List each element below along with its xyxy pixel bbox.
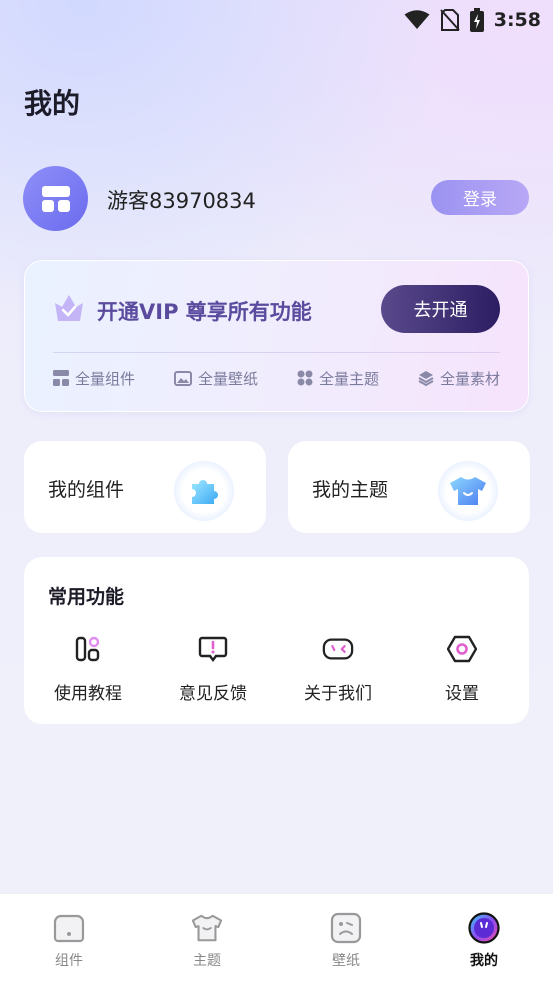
wallpaper-tab-icon — [330, 912, 362, 944]
my-widgets-label: 我的组件 — [48, 479, 125, 501]
clover-icon — [297, 370, 313, 386]
common-functions-card: 常用功能 使用教程 意见反馈 关于我们 设置 — [24, 557, 529, 724]
tshirt-icon — [450, 477, 486, 505]
perk-wallpapers: 全量壁纸 — [173, 368, 258, 389]
vip-title: 开通VIP 尊享所有功能 — [97, 300, 312, 324]
no-sim-icon — [439, 9, 460, 31]
vip-card[interactable]: 开通VIP 尊享所有功能 去开通 全量组件 全量壁纸 全量主题 全量素材 — [24, 260, 529, 412]
func-tutorial[interactable]: 使用教程 — [33, 633, 143, 704]
perk-materials: 全量素材 — [418, 368, 500, 389]
feedback-icon — [198, 636, 228, 662]
login-button[interactable]: 登录 — [431, 180, 529, 215]
image-icon — [173, 370, 192, 386]
avatar-widget-icon — [41, 185, 70, 212]
func-label: 关于我们 — [304, 684, 372, 704]
avatar[interactable] — [23, 166, 88, 231]
func-label: 设置 — [445, 684, 479, 704]
battery-charging-icon — [469, 8, 484, 32]
perk-themes: 全量主题 — [297, 368, 379, 389]
my-themes-icon-wrap — [438, 461, 498, 521]
tab-widgets[interactable]: 组件 — [29, 912, 109, 970]
tab-wallpapers[interactable]: 壁纸 — [306, 912, 386, 970]
vip-perks: 全量组件 全量壁纸 全量主题 全量素材 — [53, 367, 500, 389]
widget-tab-icon — [53, 914, 85, 943]
my-widgets-icon-wrap — [174, 461, 234, 521]
settings-icon — [447, 635, 477, 663]
divider — [53, 352, 500, 353]
puzzle-icon — [192, 480, 218, 504]
tab-label: 我的 — [470, 953, 498, 969]
func-feedback[interactable]: 意见反馈 — [158, 633, 268, 704]
wifi-icon — [404, 10, 430, 29]
tab-themes[interactable]: 主题 — [167, 912, 247, 970]
about-icon — [322, 638, 354, 660]
perk-label: 全量主题 — [318, 369, 379, 388]
username: 游客83970834 — [107, 189, 256, 213]
perk-widgets: 全量组件 — [53, 368, 135, 389]
func-about[interactable]: 关于我们 — [283, 633, 393, 704]
tab-label: 主题 — [193, 953, 221, 969]
my-themes-card[interactable]: 我的主题 — [288, 441, 530, 533]
tab-mine[interactable]: 我的 — [444, 912, 524, 970]
tab-label: 壁纸 — [332, 953, 360, 969]
my-widgets-card[interactable]: 我的组件 — [24, 441, 266, 533]
theme-tab-icon — [191, 914, 223, 942]
vip-open-button[interactable]: 去开通 — [381, 285, 500, 333]
func-settings[interactable]: 设置 — [407, 633, 517, 704]
layers-icon — [418, 371, 434, 386]
mine-tab-icon — [468, 912, 500, 944]
widget-grid-icon — [53, 370, 69, 386]
perk-label: 全量素材 — [439, 369, 500, 388]
func-label: 意见反馈 — [179, 684, 247, 704]
user-row: 游客83970834 登录 — [23, 166, 529, 231]
common-functions-title: 常用功能 — [48, 586, 125, 608]
func-label: 使用教程 — [54, 684, 122, 704]
tutorial-icon — [75, 636, 100, 662]
perk-label: 全量壁纸 — [197, 369, 258, 388]
perk-label: 全量组件 — [75, 369, 136, 388]
page-title: 我的 — [24, 87, 81, 120]
status-time: 3:58 — [493, 9, 541, 31]
my-themes-label: 我的主题 — [312, 479, 389, 501]
tab-label: 组件 — [55, 953, 83, 969]
vip-crown-icon — [55, 295, 83, 321]
status-bar: 3:58 — [0, 0, 553, 40]
bottom-nav: 组件 主题 壁纸 我的 — [0, 893, 553, 983]
